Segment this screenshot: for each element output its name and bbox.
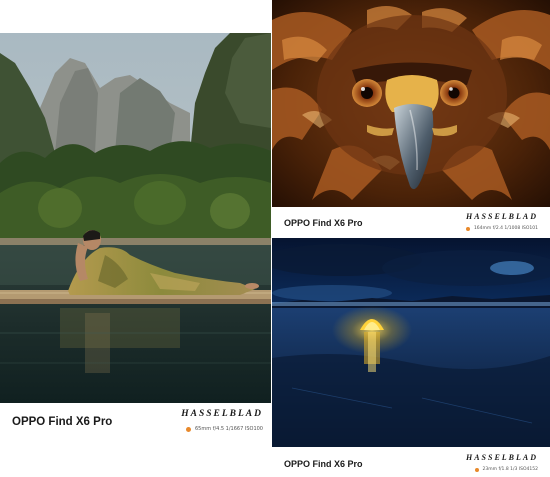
photo-card-lake: OPPO Find X6 Pro HASSELBLAD 65mm f/4.5 1…	[0, 33, 271, 445]
caption-night: OPPO Find X6 Pro HASSELBLAD 23mm f/1.8 1…	[272, 447, 550, 477]
photo-lake-portrait	[0, 33, 271, 403]
orange-dot-icon	[474, 467, 479, 472]
caption-eagle: OPPO Find X6 Pro HASSELBLAD 164mm f/2.4 …	[272, 207, 550, 236]
hasselblad-logo: HASSELBLAD	[181, 409, 263, 419]
photo-card-eagle: OPPO Find X6 Pro HASSELBLAD 164mm f/2.4 …	[272, 0, 550, 236]
camera-params: 23mm f/1.8 1/3 ISO4152	[474, 467, 538, 473]
device-model-label: OPPO Find X6 Pro	[284, 459, 363, 469]
hasselblad-logo: HASSELBLAD	[465, 212, 538, 221]
hasselblad-logo: HASSELBLAD	[465, 453, 538, 462]
caption-lake: OPPO Find X6 Pro HASSELBLAD 65mm f/4.5 1…	[0, 403, 271, 445]
camera-params: 65mm f/4.5 1/1667 ISO100	[186, 426, 263, 433]
orange-dot-icon	[186, 426, 191, 432]
photo-night-tent	[272, 238, 550, 447]
orange-dot-icon	[465, 226, 470, 231]
eagle-image	[272, 0, 550, 207]
device-model-label: OPPO Find X6 Pro	[284, 218, 363, 228]
camera-params: 164mm f/2.4 1/1008 ISO101	[465, 226, 538, 232]
photo-eagle	[272, 0, 550, 207]
lake-portrait-image	[0, 33, 271, 403]
night-tent-image	[272, 238, 550, 447]
photo-card-night: OPPO Find X6 Pro HASSELBLAD 23mm f/1.8 1…	[272, 238, 550, 477]
device-model-label: OPPO Find X6 Pro	[12, 416, 113, 428]
